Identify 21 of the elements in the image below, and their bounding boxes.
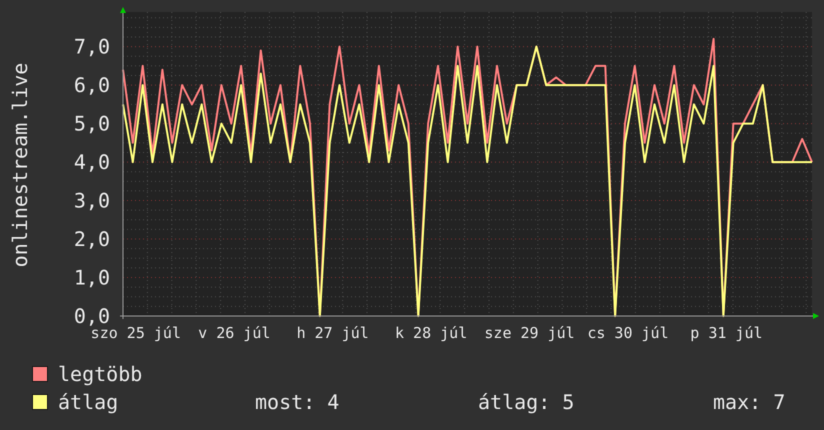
legend-label: átlag: [58, 391, 120, 413]
y-tick-label: 1,0: [74, 266, 110, 290]
legend-swatch: [32, 394, 48, 410]
legend-swatch: [32, 366, 48, 382]
y-tick-label: 3,0: [74, 188, 110, 213]
x-tick-label: cs 30 júl: [587, 324, 669, 342]
stat-value: most: 4: [255, 391, 340, 413]
axis-title: onlinestream.live: [8, 62, 32, 268]
y-tick-label: 6,0: [74, 73, 110, 98]
x-tick-label: k 28 júl: [395, 324, 468, 342]
y-tick-label: 2,0: [74, 227, 110, 252]
y-tick-label: 4,0: [74, 150, 110, 174]
legend-label: legtöbb: [58, 363, 144, 385]
y-tick-label: 5,0: [74, 112, 110, 136]
x-tick-label: sze 29 júl: [484, 324, 575, 342]
x-tick-label: h 27 júl: [296, 324, 369, 342]
y-tick-label: 7,0: [74, 34, 110, 59]
stat-value: max: 7: [713, 391, 786, 413]
x-tick-label: p 31 júl: [690, 324, 763, 342]
x-tick-label: v 26 júl: [198, 324, 270, 342]
stat-value: átlag: 5: [478, 391, 576, 413]
